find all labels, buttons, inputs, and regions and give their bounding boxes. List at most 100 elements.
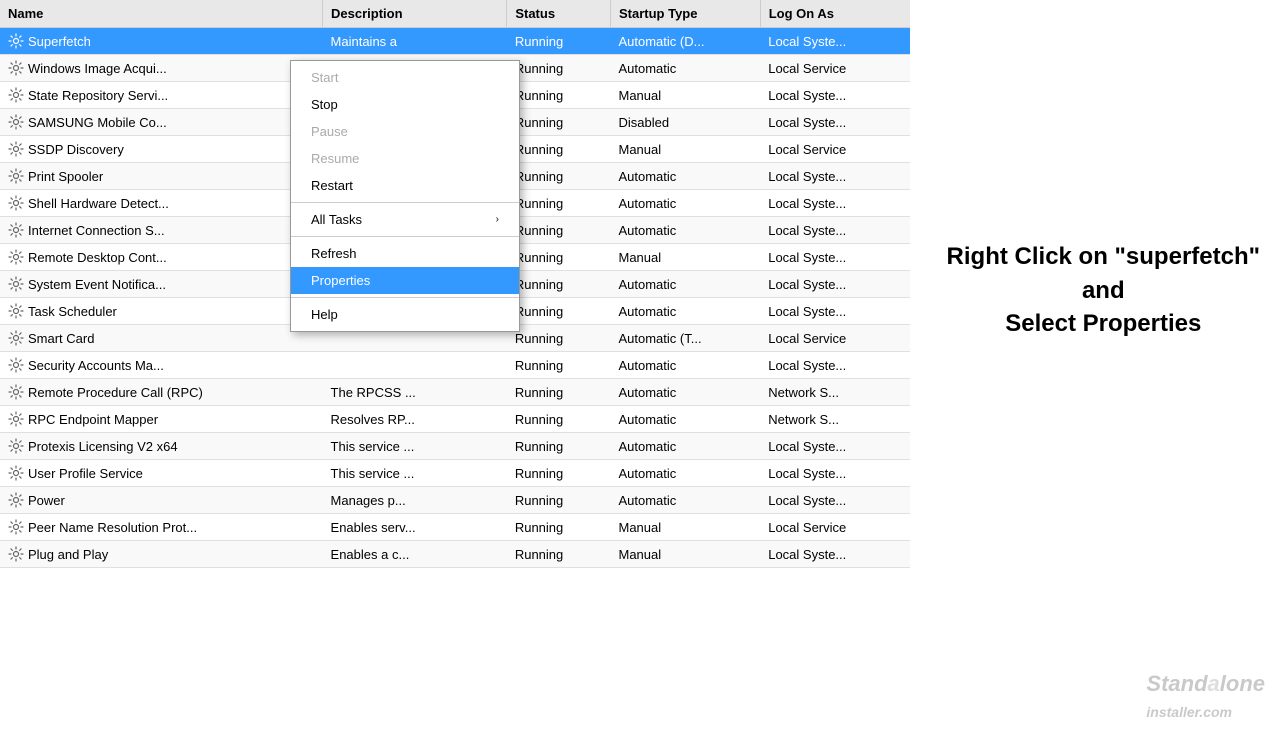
cell-logon: Local Syste...	[760, 190, 910, 217]
gear-icon	[8, 384, 24, 400]
cell-status: Running	[507, 244, 611, 271]
gear-icon	[8, 33, 24, 49]
cell-logon: Local Syste...	[760, 244, 910, 271]
context-menu: StartStopPauseResumeRestartAll Tasks›Ref…	[290, 60, 520, 332]
cell-startup-type: Automatic (T...	[610, 325, 760, 352]
menu-separator	[291, 236, 519, 237]
service-name: Internet Connection S...	[28, 223, 165, 238]
cell-status: Running	[507, 271, 611, 298]
gear-icon	[8, 546, 24, 562]
cell-startup-type: Manual	[610, 514, 760, 541]
annotation-line3: Select Properties	[947, 307, 1260, 341]
table-row[interactable]: PowerManages p...RunningAutomaticLocal S…	[0, 487, 910, 514]
col-header-logon[interactable]: Log On As	[760, 0, 910, 28]
gear-icon	[8, 330, 24, 346]
cell-name: Internet Connection S...	[0, 217, 280, 243]
cell-startup-type: Disabled	[610, 109, 760, 136]
menu-item-resume: Resume	[291, 145, 519, 172]
cell-startup-type: Automatic	[610, 217, 760, 244]
cell-status: Running	[507, 82, 611, 109]
table-row[interactable]: Remote Procedure Call (RPC)The RPCSS ...…	[0, 379, 910, 406]
cell-name: System Event Notifica...	[0, 271, 280, 297]
cell-startup-type: Automatic	[610, 379, 760, 406]
cell-logon: Local Syste...	[760, 352, 910, 379]
menu-item-label: All Tasks	[311, 212, 362, 227]
cell-status: Running	[507, 190, 611, 217]
cell-logon: Local Service	[760, 136, 910, 163]
cell-description: Enables serv...	[323, 514, 507, 541]
gear-icon	[8, 357, 24, 373]
gear-icon	[8, 519, 24, 535]
cell-logon: Local Syste...	[760, 433, 910, 460]
table-row[interactable]: User Profile ServiceThis service ...Runn…	[0, 460, 910, 487]
cell-startup-type: Automatic	[610, 487, 760, 514]
menu-item-label: Restart	[311, 178, 353, 193]
service-name: Protexis Licensing V2 x64	[28, 439, 178, 454]
service-name: Superfetch	[28, 34, 91, 49]
cell-name: Task Scheduler	[0, 298, 280, 324]
col-header-startup[interactable]: Startup Type	[610, 0, 760, 28]
cell-status: Running	[507, 298, 611, 325]
cell-name: Plug and Play	[0, 541, 280, 567]
table-row[interactable]: Peer Name Resolution Prot...Enables serv…	[0, 514, 910, 541]
cell-logon: Local Service	[760, 55, 910, 82]
gear-icon	[8, 87, 24, 103]
menu-separator	[291, 297, 519, 298]
menu-item-all-tasks[interactable]: All Tasks›	[291, 206, 519, 233]
cell-status: Running	[507, 487, 611, 514]
cell-startup-type: Automatic	[610, 190, 760, 217]
service-name: SAMSUNG Mobile Co...	[28, 115, 167, 130]
cell-name: Smart Card	[0, 325, 280, 351]
table-row[interactable]: SuperfetchMaintains aRunningAutomatic (D…	[0, 28, 910, 55]
cell-startup-type: Automatic	[610, 406, 760, 433]
gear-icon	[8, 438, 24, 454]
menu-item-properties[interactable]: Properties	[291, 267, 519, 294]
cell-startup-type: Automatic	[610, 55, 760, 82]
service-name: State Repository Servi...	[28, 88, 168, 103]
gear-icon	[8, 168, 24, 184]
watermark: Standalone installer.com	[1146, 671, 1265, 723]
cell-status: Running	[507, 514, 611, 541]
col-header-status[interactable]: Status	[507, 0, 611, 28]
menu-separator	[291, 202, 519, 203]
cell-name: Remote Desktop Cont...	[0, 244, 280, 270]
gear-icon	[8, 276, 24, 292]
menu-item-refresh[interactable]: Refresh	[291, 240, 519, 267]
gear-icon	[8, 465, 24, 481]
cell-logon: Local Syste...	[760, 541, 910, 568]
table-row[interactable]: Security Accounts Ma...RunningAutomaticL…	[0, 352, 910, 379]
watermark-text: Standalone	[1146, 671, 1265, 696]
service-name: Smart Card	[28, 331, 94, 346]
menu-item-restart[interactable]: Restart	[291, 172, 519, 199]
cell-startup-type: Manual	[610, 244, 760, 271]
table-row[interactable]: Plug and PlayEnables a c...RunningManual…	[0, 541, 910, 568]
cell-startup-type: Automatic	[610, 460, 760, 487]
cell-status: Running	[507, 163, 611, 190]
service-name: System Event Notifica...	[28, 277, 166, 292]
menu-item-stop[interactable]: Stop	[291, 91, 519, 118]
col-header-name[interactable]: Name	[0, 0, 323, 28]
cell-logon: Network S...	[760, 379, 910, 406]
menu-item-label: Start	[311, 70, 338, 85]
cell-description: This service ...	[323, 460, 507, 487]
cell-logon: Local Syste...	[760, 271, 910, 298]
cell-name: Security Accounts Ma...	[0, 352, 280, 378]
gear-icon	[8, 249, 24, 265]
cell-startup-type: Automatic	[610, 271, 760, 298]
service-name: Remote Procedure Call (RPC)	[28, 385, 203, 400]
cell-name: Windows Image Acqui...	[0, 55, 280, 81]
cell-name: Power	[0, 487, 280, 513]
service-name: SSDP Discovery	[28, 142, 124, 157]
table-row[interactable]: Protexis Licensing V2 x64This service ..…	[0, 433, 910, 460]
cell-name: State Repository Servi...	[0, 82, 280, 108]
cell-description: Enables a c...	[323, 541, 507, 568]
menu-item-help[interactable]: Help	[291, 301, 519, 328]
table-row[interactable]: RPC Endpoint MapperResolves RP...Running…	[0, 406, 910, 433]
cell-status: Running	[507, 28, 611, 55]
cell-description: Maintains a	[323, 28, 507, 55]
cell-logon: Local Service	[760, 514, 910, 541]
col-header-description[interactable]: Description	[323, 0, 507, 28]
cell-startup-type: Automatic	[610, 298, 760, 325]
service-name: Windows Image Acqui...	[28, 61, 167, 76]
watermark-subtext: installer.com	[1146, 704, 1232, 720]
